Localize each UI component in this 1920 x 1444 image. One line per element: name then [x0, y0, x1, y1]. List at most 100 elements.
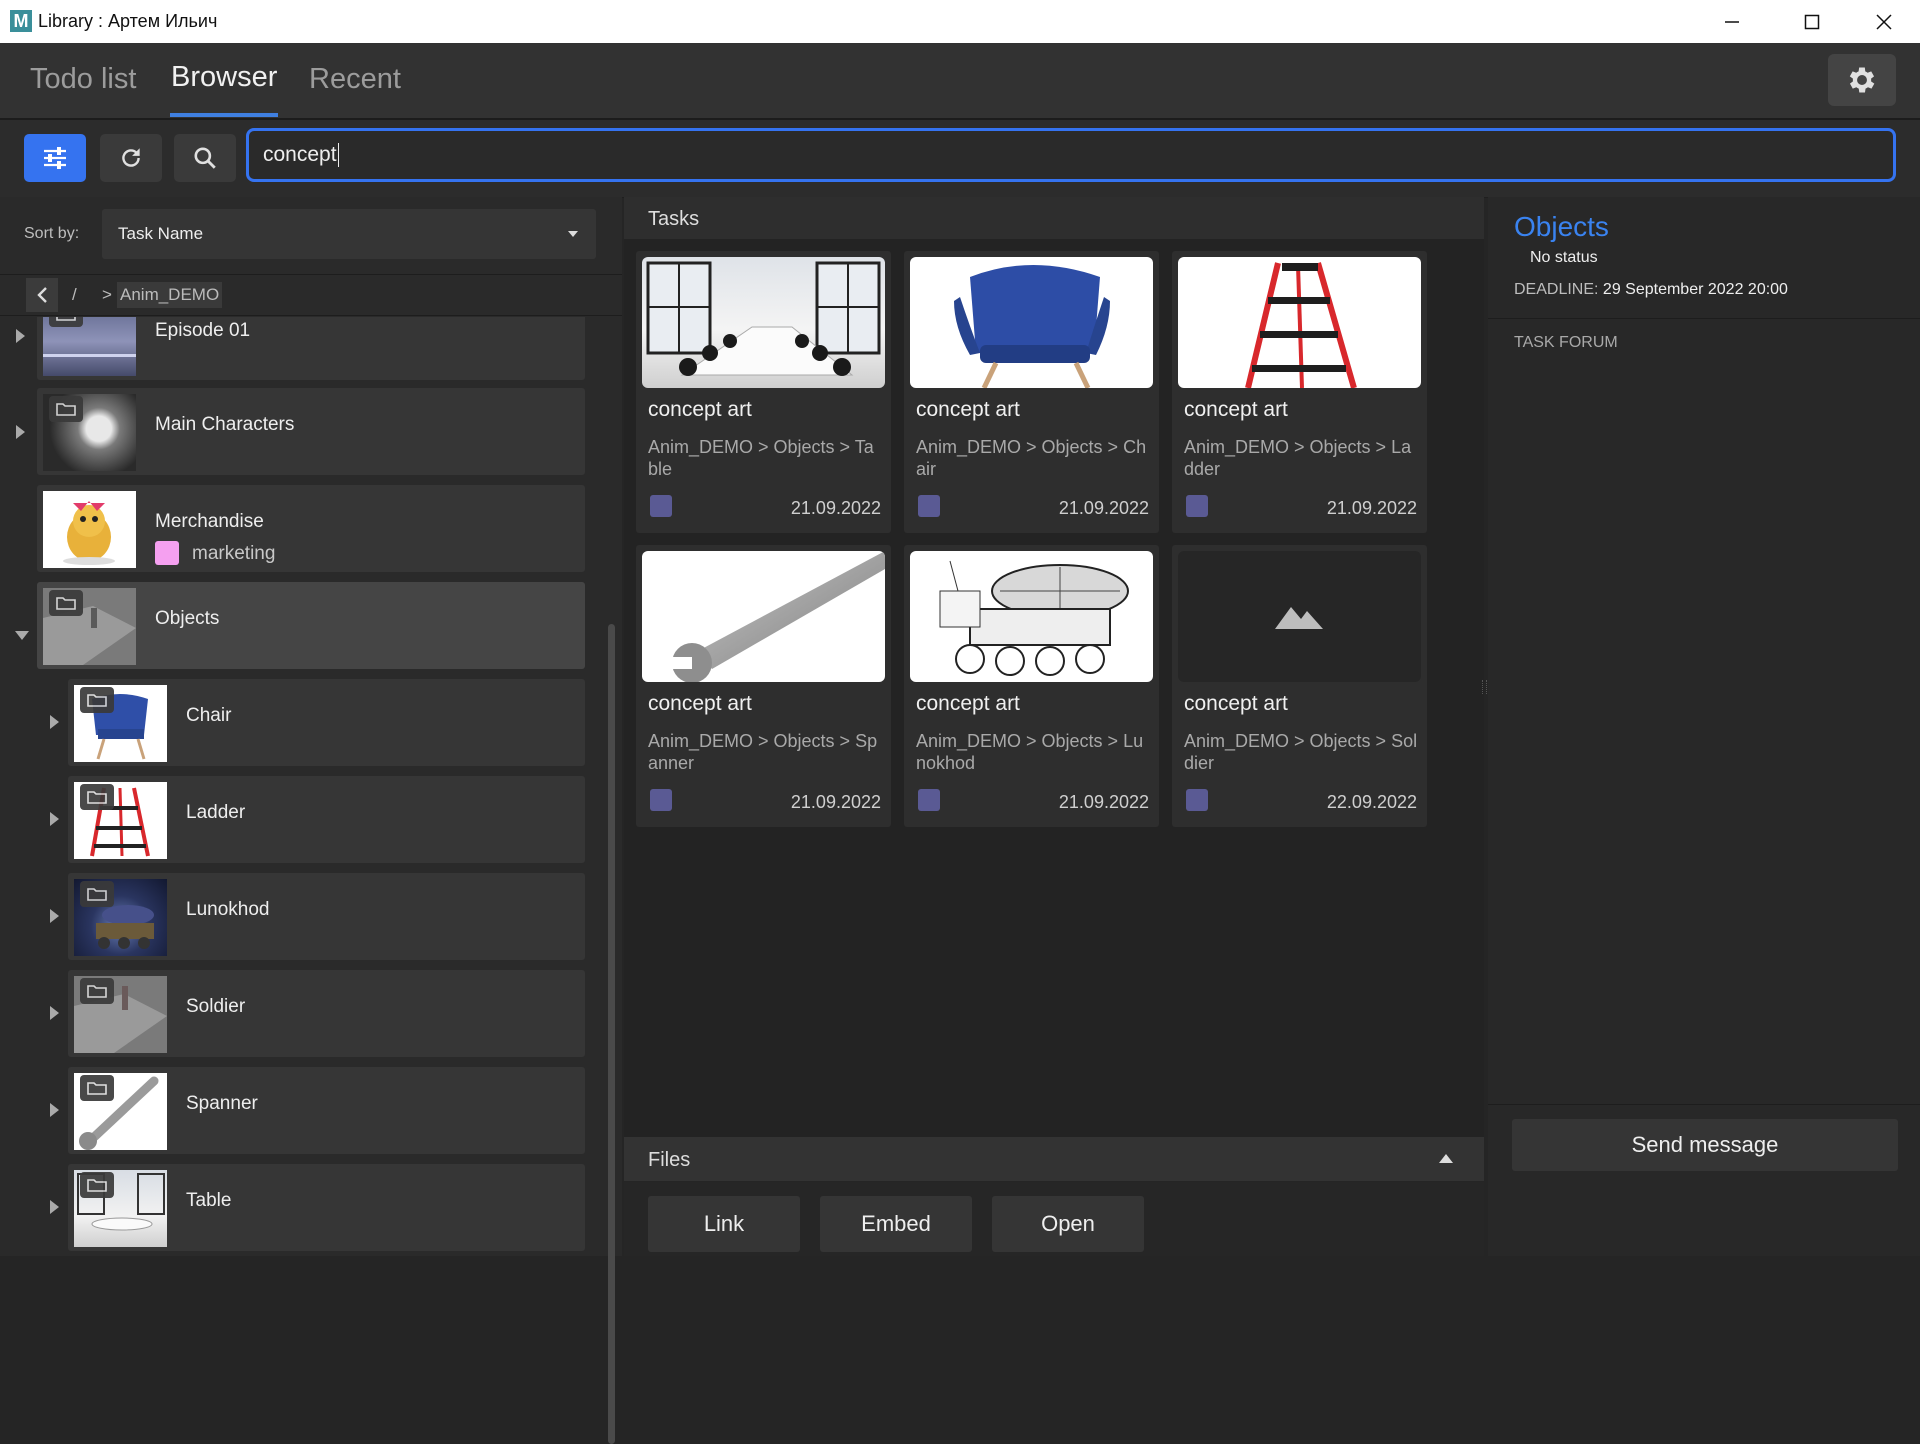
tree-item-label: Ladder: [186, 802, 246, 823]
embed-button[interactable]: Embed: [820, 1196, 972, 1252]
tree-item-label: Spanner: [186, 1093, 258, 1114]
minimize-icon: [1725, 20, 1739, 23]
image-placeholder-icon: [1275, 607, 1323, 629]
expand-arrow-icon[interactable]: [50, 812, 59, 831]
expand-arrow-icon[interactable]: [16, 425, 25, 444]
divider: [1488, 1104, 1920, 1105]
task-title: concept art: [1184, 398, 1288, 421]
tree-item-merchandise[interactable]: Merchandise marketing: [37, 485, 585, 572]
task-path: Anim_DEMO > Objects > Lunokhod: [916, 731, 1144, 773]
tree-item-ladder[interactable]: Ladder: [68, 776, 585, 863]
folder-icon: [80, 1172, 114, 1198]
tree-item-main-characters[interactable]: Main Characters: [37, 388, 585, 475]
folder-icon: [80, 978, 114, 1004]
back-button[interactable]: [26, 278, 58, 312]
task-thumbnail-placeholder: [1178, 551, 1421, 682]
tasks-title: Tasks: [648, 208, 700, 230]
task-date: 21.09.2022: [1058, 792, 1149, 812]
maximize-button[interactable]: [1776, 0, 1848, 43]
expand-arrow-icon[interactable]: [50, 1006, 59, 1025]
tree-item-lunokhod[interactable]: Lunokhod: [68, 873, 585, 960]
app-logo-icon: M: [10, 10, 32, 32]
status-swatch[interactable]: [918, 789, 940, 811]
task-card[interactable]: concept art Anim_DEMO > Objects > Spanne…: [636, 545, 891, 827]
task-title: concept art: [648, 398, 752, 421]
tasks-panel: Tasks concept art Anim_DEMO > Objects > …: [624, 197, 1484, 1137]
tree-item-label: Objects: [155, 608, 220, 629]
breadcrumb-root[interactable]: /: [72, 285, 77, 305]
expand-arrow-icon[interactable]: [16, 329, 25, 348]
status-swatch[interactable]: [1186, 789, 1208, 811]
task-thumbnail-chair: [910, 257, 1153, 388]
sort-bar: Sort by: Task Name: [0, 197, 622, 275]
task-path: Anim_DEMO > Objects > Spanner: [648, 731, 878, 773]
tree-item-spanner[interactable]: Spanner: [68, 1067, 585, 1154]
sort-dropdown-value: Task Name: [118, 224, 204, 243]
send-message-button[interactable]: Send message: [1512, 1119, 1898, 1171]
status-swatch[interactable]: [1186, 495, 1208, 517]
gear-icon: [1849, 67, 1875, 93]
close-button[interactable]: [1848, 0, 1920, 43]
folder-tree: Episode 01 Main Characters Merchandise m…: [0, 317, 600, 1256]
tab-browser[interactable]: Browser: [171, 61, 277, 94]
task-card[interactable]: concept art Anim_DEMO > Objects > Table …: [636, 251, 891, 533]
task-card[interactable]: concept art Anim_DEMO > Objects > Soldie…: [1172, 545, 1427, 827]
files-header[interactable]: Files: [624, 1137, 1484, 1181]
task-title: concept art: [648, 692, 752, 715]
expand-arrow-icon[interactable]: [50, 715, 59, 734]
task-card[interactable]: concept art Anim_DEMO > Objects > Lunokh…: [904, 545, 1159, 827]
task-path: Anim_DEMO > Objects > Chair: [916, 437, 1147, 479]
status-swatch[interactable]: [918, 495, 940, 517]
tree-item-objects[interactable]: Objects: [37, 582, 585, 669]
tree-item-table[interactable]: Table: [68, 1164, 585, 1251]
sliders-icon: [44, 147, 66, 169]
task-title: concept art: [916, 398, 1020, 421]
tab-recent[interactable]: Recent: [309, 63, 401, 96]
filter-button[interactable]: [24, 134, 86, 182]
splitter-handle[interactable]: [1482, 680, 1487, 694]
task-card[interactable]: concept art Anim_DEMO > Objects > Chair …: [904, 251, 1159, 533]
text-cursor: [337, 143, 339, 167]
refresh-button[interactable]: [100, 134, 162, 182]
tab-todo-list[interactable]: Todo list: [30, 63, 136, 96]
task-date: 21.09.2022: [790, 792, 881, 812]
settings-button[interactable]: [1828, 54, 1896, 106]
active-tab-indicator: [170, 113, 278, 117]
tree-item-chair[interactable]: Chair: [68, 679, 585, 766]
left-panel: Sort by: Task Name / > Anim_DEMO Episode…: [0, 197, 622, 1444]
task-card[interactable]: concept art Anim_DEMO > Objects > Ladder…: [1172, 251, 1427, 533]
task-path: Anim_DEMO > Objects > Table: [648, 437, 874, 479]
folder-icon: [80, 881, 114, 907]
expand-arrow-icon[interactable]: [50, 1103, 59, 1122]
tag-color-swatch: [155, 541, 179, 565]
expand-arrow-icon[interactable]: [50, 909, 59, 928]
link-button[interactable]: Link: [648, 1196, 800, 1252]
status-swatch[interactable]: [650, 789, 672, 811]
collapse-arrow-icon[interactable]: [15, 627, 29, 645]
window-title: Library : Артем Ильич: [38, 11, 218, 31]
minimize-button[interactable]: [1696, 0, 1768, 43]
folder-icon: [80, 687, 114, 713]
search-button[interactable]: [174, 134, 236, 182]
deadline-value: 29 September 2022 20:00: [1602, 281, 1788, 298]
search-input[interactable]: concept: [246, 128, 1896, 182]
open-button[interactable]: Open: [992, 1196, 1144, 1252]
top-navigation: Todo list Browser Recent: [0, 43, 1920, 120]
expand-arrow-icon[interactable]: [50, 1200, 59, 1219]
breadcrumb-current[interactable]: Anim_DEMO: [117, 282, 223, 308]
tree-item-soldier[interactable]: Soldier: [68, 970, 585, 1057]
caret-down-icon: [568, 231, 578, 237]
tree-item-label: Main Characters: [155, 414, 295, 435]
search-icon: [194, 147, 216, 169]
tree-item-episode-01[interactable]: Episode 01: [37, 317, 585, 380]
task-date: 22.09.2022: [1326, 792, 1417, 812]
task-path: Anim_DEMO > Objects > Soldier: [1184, 731, 1418, 773]
task-title: concept art: [1184, 692, 1288, 715]
divider: [1488, 318, 1920, 319]
sort-dropdown[interactable]: Task Name: [102, 209, 596, 259]
tree-item-label: Lunokhod: [186, 899, 270, 920]
tree-item-label: Table: [186, 1190, 232, 1211]
tree-scrollbar[interactable]: [608, 624, 615, 1444]
status-swatch[interactable]: [650, 495, 672, 517]
folder-icon: [49, 590, 83, 616]
